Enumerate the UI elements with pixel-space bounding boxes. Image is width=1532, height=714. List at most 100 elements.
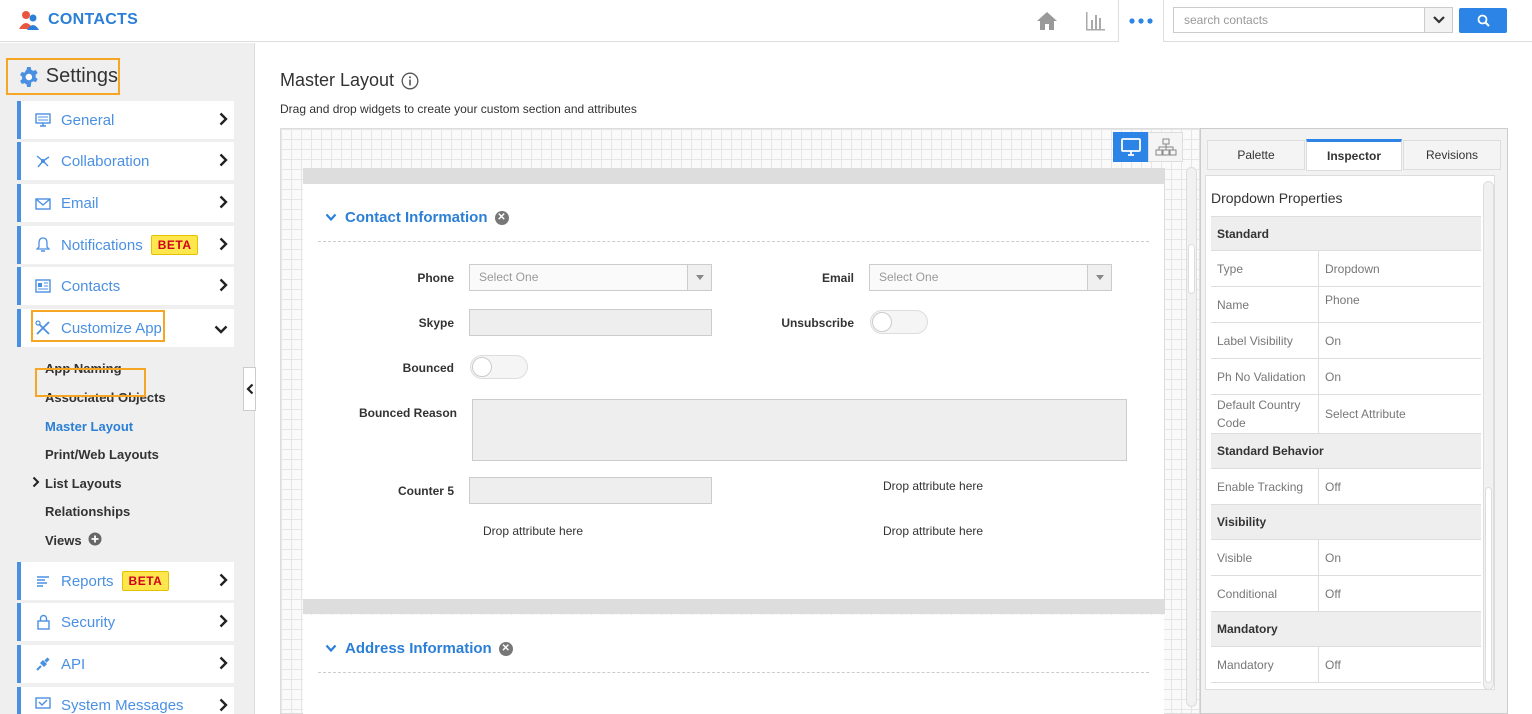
desktop-view-button[interactable]: [1113, 132, 1148, 162]
contacts-logo-icon: [19, 11, 39, 30]
chevron-left-icon: [245, 383, 253, 395]
property-value[interactable]: Phone: [1319, 287, 1360, 322]
bounced-toggle[interactable]: [470, 355, 528, 379]
property-key: Visible: [1211, 540, 1319, 575]
phone-field-value: Select One: [479, 270, 539, 284]
sidebar-item-label: General: [61, 111, 115, 129]
bounced-reason-field[interactable]: [472, 399, 1127, 461]
property-value[interactable]: Off: [1319, 469, 1341, 504]
property-value[interactable]: On: [1319, 540, 1341, 575]
sidebar-item-reports[interactable]: Reports BETA: [17, 562, 234, 600]
drop-zone[interactable]: Drop attribute here: [883, 524, 983, 538]
monitor-icon: [33, 113, 53, 127]
section-header[interactable]: Address Information ✕: [325, 640, 513, 657]
unsubscribe-toggle[interactable]: [870, 310, 928, 334]
tab-revisions[interactable]: Revisions: [1403, 140, 1501, 170]
dropdown-arrow-icon: [687, 265, 711, 290]
counter5-field[interactable]: [469, 477, 712, 504]
subitem-relationships[interactable]: Relationships: [45, 504, 130, 519]
group-standard-behavior: Standard Behavior: [1211, 434, 1481, 469]
phone-label: Phone: [417, 271, 454, 285]
phone-field[interactable]: Select One: [469, 264, 712, 291]
email-field-value: Select One: [879, 270, 939, 284]
subitem-master-layout[interactable]: Master Layout: [45, 419, 133, 434]
bounced-reason-label: Bounced Reason: [358, 406, 457, 420]
view-toggle: [1113, 132, 1183, 162]
section-title: Address Information: [345, 640, 492, 657]
sidebar-item-security[interactable]: Security: [17, 603, 234, 641]
search-dropdown-button[interactable]: [1424, 7, 1453, 33]
search-input[interactable]: [1173, 7, 1426, 33]
more-button[interactable]: [1118, 0, 1164, 42]
section-contact-information: Contact Information ✕: [303, 184, 1164, 599]
email-icon: [33, 197, 53, 210]
analytics-button[interactable]: [1072, 0, 1118, 42]
property-key: Conditional: [1211, 576, 1319, 611]
sidebar-item-contacts[interactable]: Contacts: [17, 267, 234, 305]
scrollbar-thumb[interactable]: [1485, 487, 1492, 683]
drop-zone[interactable]: Drop attribute here: [883, 479, 983, 493]
skype-field[interactable]: [469, 309, 712, 336]
chevron-down-icon[interactable]: [325, 644, 337, 653]
property-row-default-country-code: Default Country Code Select Attribute: [1211, 395, 1481, 434]
collapse-sidebar-button[interactable]: [243, 367, 256, 411]
beta-badge: BETA: [121, 571, 170, 591]
property-value[interactable]: On: [1319, 359, 1341, 394]
property-row-ph-no-validation: Ph No Validation On: [1211, 359, 1481, 395]
chevron-right-icon: [219, 153, 228, 170]
sidebar-item-label: System Messages: [61, 697, 184, 714]
drop-zone[interactable]: Drop attribute here: [483, 524, 583, 538]
page-title-text: Master Layout: [280, 70, 395, 90]
property-value[interactable]: On: [1319, 323, 1341, 358]
sidebar-item-label: Reports: [61, 572, 114, 590]
property-value[interactable]: Off: [1319, 576, 1341, 611]
section-title: Contact Information: [345, 209, 488, 226]
canvas-scrollbar[interactable]: [1186, 167, 1197, 707]
email-field[interactable]: Select One: [869, 264, 1112, 291]
property-row-type: Type Dropdown: [1211, 251, 1481, 287]
sidebar-item-notifications[interactable]: Notifications BETA: [17, 226, 234, 264]
bell-icon: [33, 237, 53, 253]
remove-section-icon[interactable]: ✕: [498, 641, 513, 656]
property-value[interactable]: Select Attribute: [1319, 395, 1406, 433]
property-value[interactable]: Off: [1319, 647, 1341, 682]
info-icon[interactable]: [401, 72, 419, 90]
sidebar-item-label: Collaboration: [61, 152, 150, 170]
sidebar-item-system-messages[interactable]: System Messages: [17, 687, 234, 714]
property-value[interactable]: Dropdown: [1319, 251, 1380, 286]
sidebar-item-customize-app[interactable]: Customize App: [17, 309, 234, 347]
skype-label: Skype: [418, 316, 454, 330]
tab-inspector[interactable]: Inspector: [1306, 139, 1402, 171]
scrollbar-thumb[interactable]: [1188, 244, 1195, 294]
sidebar-item-collaboration[interactable]: Collaboration: [17, 142, 234, 180]
sidebar-item-api[interactable]: API: [17, 645, 234, 683]
subitem-list-layouts[interactable]: List Layouts: [45, 476, 122, 491]
active-subitem-highlight: [35, 368, 146, 397]
app-logo[interactable]: CONTACTS: [18, 9, 138, 31]
message-icon: [33, 697, 53, 711]
lock-icon: [33, 614, 53, 630]
unsubscribe-label: Unsubscribe: [781, 316, 854, 330]
collaboration-icon: [33, 153, 53, 169]
chevron-right-icon: [219, 195, 228, 212]
sidebar-item-label: Security: [61, 613, 116, 631]
search-button[interactable]: [1459, 8, 1507, 33]
section-divider: [318, 672, 1149, 673]
remove-section-icon[interactable]: ✕: [494, 210, 509, 225]
sidebar-item-email[interactable]: Email: [17, 184, 234, 222]
subitem-views[interactable]: Views: [45, 533, 82, 548]
group-visibility: Visibility: [1211, 505, 1481, 540]
chevron-right-icon: [32, 476, 40, 491]
chevron-down-icon[interactable]: [325, 213, 337, 222]
add-view-icon[interactable]: [88, 532, 102, 549]
subitem-print-web-layouts[interactable]: Print/Web Layouts: [45, 447, 159, 462]
section-header[interactable]: Contact Information ✕: [325, 209, 509, 226]
chevron-down-icon: [1432, 16, 1445, 24]
sidebar-item-general[interactable]: General: [17, 101, 234, 139]
property-key: Ph No Validation: [1211, 359, 1319, 394]
hierarchy-view-button[interactable]: [1148, 132, 1183, 162]
properties-scrollbar[interactable]: [1483, 181, 1494, 690]
home-button[interactable]: [1024, 0, 1070, 42]
tab-palette[interactable]: Palette: [1207, 140, 1305, 170]
settings-heading: Settings: [6, 58, 120, 95]
